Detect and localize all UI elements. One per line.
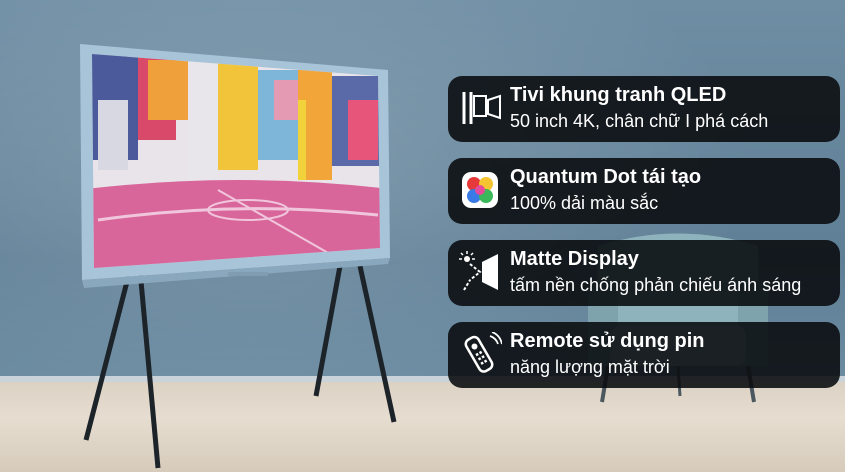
feature-subtitle: 100% dải màu sắc: [510, 193, 659, 213]
serif-tv: [78, 40, 398, 472]
feature-title: Remote sử dụng pin: [510, 330, 705, 352]
feature-card-remote: Remote sử dụng pin năng lượng mặt trời: [448, 322, 840, 388]
feature-subtitle: 50 inch 4K, chân chữ I phá cách: [510, 111, 769, 131]
tv-leg-rear-left: [137, 269, 161, 469]
tv-leg-front-left: [83, 269, 133, 441]
tv-leg-rear-right: [313, 265, 343, 397]
feature-title: Tivi khung tranh QLED: [510, 84, 727, 106]
tv-leg-front-right: [357, 265, 397, 423]
frame-stand-icon: [462, 92, 501, 124]
feature-subtitle: năng lượng mặt trời: [510, 357, 670, 377]
quantum-dot-color-icon: [462, 172, 498, 208]
feature-subtitle: tấm nền chống phản chiếu ánh sáng: [510, 275, 802, 295]
feature-list: Tivi khung tranh QLED 50 inch 4K, chân c…: [448, 76, 840, 404]
feature-card-quantum-dot: Quantum Dot tái tạo 100% dải màu sắc: [448, 158, 840, 224]
tv-illustration: [80, 44, 397, 469]
feature-title: Quantum Dot tái tạo: [510, 166, 702, 188]
tv-screen-artwork: [92, 54, 380, 268]
product-banner: Tivi khung tranh QLED 50 inch 4K, chân c…: [0, 0, 845, 472]
feature-title: Matte Display: [510, 248, 639, 270]
solar-remote-icon: [464, 332, 502, 373]
feature-card-matte: Matte Display tấm nền chống phản chiếu á…: [448, 240, 840, 306]
feature-card-frame: Tivi khung tranh QLED 50 inch 4K, chân c…: [448, 76, 840, 142]
matte-display-icon: [459, 251, 498, 291]
